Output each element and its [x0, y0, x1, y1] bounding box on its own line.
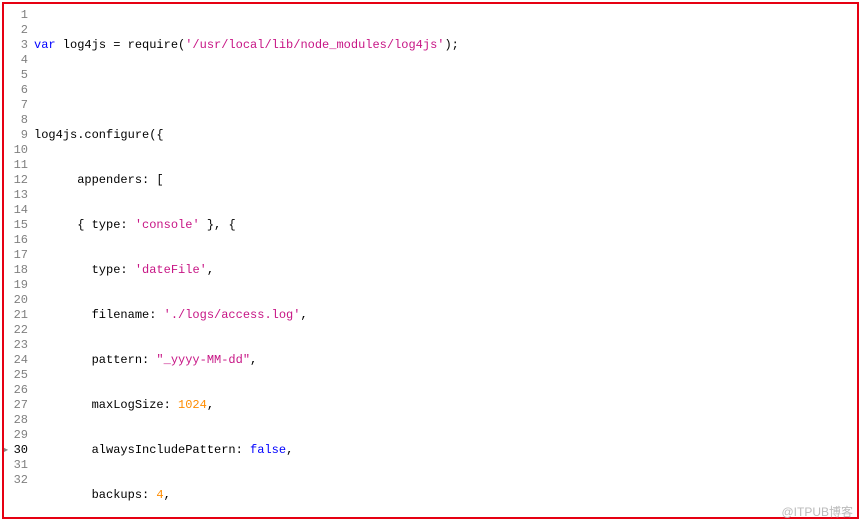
- code-line[interactable]: maxLogSize: 1024,: [34, 398, 857, 413]
- code-line[interactable]: backups: 4,: [34, 488, 857, 503]
- line-number: 29: [4, 428, 28, 443]
- line-number: 5: [4, 68, 28, 83]
- line-number: 7: [4, 98, 28, 113]
- code-line[interactable]: appenders: [: [34, 173, 857, 188]
- line-number: 13: [4, 188, 28, 203]
- line-number: 27: [4, 398, 28, 413]
- line-number: 14: [4, 203, 28, 218]
- line-number: 20: [4, 293, 28, 308]
- line-number: 28: [4, 413, 28, 428]
- line-number: 12: [4, 173, 28, 188]
- line-number: 10: [4, 143, 28, 158]
- line-number: 4: [4, 53, 28, 68]
- line-number: 23: [4, 338, 28, 353]
- line-number: 9: [4, 128, 28, 143]
- line-number: 16: [4, 233, 28, 248]
- line-number: 26: [4, 383, 28, 398]
- code-line[interactable]: pattern: "_yyyy-MM-dd",: [34, 353, 857, 368]
- code-line[interactable]: type: 'dateFile',: [34, 263, 857, 278]
- code-line[interactable]: alwaysIncludePattern: false,: [34, 443, 857, 458]
- line-number: 8: [4, 113, 28, 128]
- line-number: 21: [4, 308, 28, 323]
- line-number: 6: [4, 83, 28, 98]
- line-number: 31: [4, 458, 28, 473]
- line-number-gutter: 1234567891011121314151617181920212223242…: [4, 8, 34, 519]
- line-number: 22: [4, 323, 28, 338]
- line-number: 19: [4, 278, 28, 293]
- line-number: 11: [4, 158, 28, 173]
- code-area[interactable]: 1234567891011121314151617181920212223242…: [4, 4, 857, 519]
- line-number: 32: [4, 473, 28, 488]
- line-number: 2: [4, 23, 28, 38]
- line-number: 1: [4, 8, 28, 23]
- line-number: 30: [4, 443, 28, 458]
- code-line[interactable]: filename: './logs/access.log',: [34, 308, 857, 323]
- line-number: 24: [4, 353, 28, 368]
- line-number: 15: [4, 218, 28, 233]
- code-line[interactable]: { type: 'console' }, {: [34, 218, 857, 233]
- line-number: 25: [4, 368, 28, 383]
- code-content[interactable]: var log4js = require('/usr/local/lib/nod…: [34, 8, 857, 519]
- line-number: 3: [4, 38, 28, 53]
- code-line[interactable]: [34, 83, 857, 98]
- code-line[interactable]: log4js.configure({: [34, 128, 857, 143]
- line-number: 18: [4, 263, 28, 278]
- line-number: 17: [4, 248, 28, 263]
- code-line[interactable]: var log4js = require('/usr/local/lib/nod…: [34, 38, 857, 53]
- code-editor-frame: 1234567891011121314151617181920212223242…: [2, 2, 859, 519]
